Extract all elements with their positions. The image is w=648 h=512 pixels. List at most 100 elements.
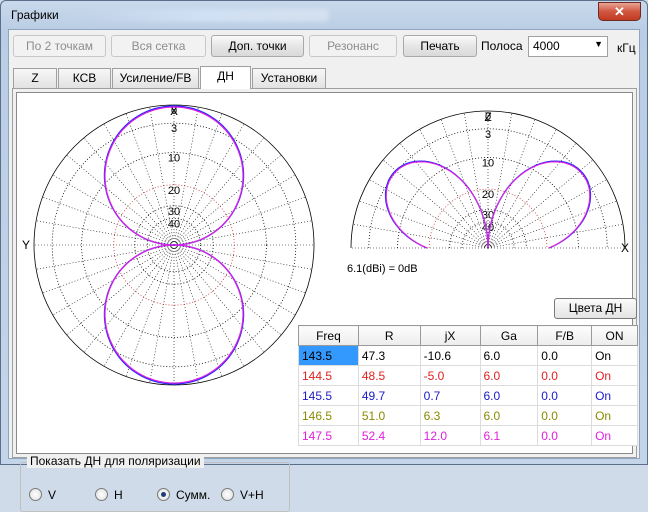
radio-sum-label: Сумм. [176,488,211,502]
pattern-tab-panel: 0 3 10 20 30 40 X Y 0 3 10 20 30 40 Z X 6.1(dBi) = 0dB… [12,88,638,512]
column-header-on[interactable]: ON [591,325,638,346]
pattern-trace-1 [384,160,592,249]
close-button[interactable]: ✕ [598,2,641,21]
radio-v-label: V [48,488,57,502]
radio-v-indicator[interactable] [29,488,42,501]
axis-label-y: Y [22,238,30,252]
tab-gain-fb[interactable]: Усиление/FB [112,68,199,88]
table-cell-jx[interactable]: 0.7 [419,385,481,406]
ring-label: 3 [171,123,177,135]
table-cell-on[interactable]: On [591,405,638,426]
table-cell-on[interactable]: On [591,425,638,446]
table-cell-f-b[interactable]: 0.0 [537,345,593,366]
table-row[interactable]: 145.5 49.7 0.7 6.0 0.0 On [298,385,638,406]
table-cell-r[interactable]: 47.3 [357,345,421,366]
table-cell-f-b[interactable]: 0.0 [537,405,593,426]
ring-label: 40 [168,218,180,230]
table-cell-jx[interactable]: 12.0 [419,425,481,446]
table-cell-ga[interactable]: 6.0 [479,405,539,426]
ring-label: 10 [482,158,494,170]
table-cell-f-b[interactable]: 0.0 [537,385,593,406]
tab-z[interactable]: Z [13,68,57,88]
window-title: Графики [11,8,59,22]
table-cell-jx[interactable]: 6.3 [419,405,481,426]
tab-swr[interactable]: КСВ [58,68,111,88]
table-header-row: Freq R jX Ga F/B ON [298,325,638,346]
grid-ray [173,244,282,336]
table-cell-r[interactable]: 52.4 [357,425,421,446]
table-cell-freq[interactable]: 145.5 [298,385,359,406]
radio-h[interactable]: H [95,488,123,502]
ring-label: 20 [168,185,180,197]
grid-ray [125,113,175,246]
grid-ray [399,142,489,249]
title-bar[interactable]: Графики ✕ [1,1,647,29]
column-header-ga[interactable]: Ga [479,325,539,346]
ring-label: 30 [168,206,180,218]
grid-ray [173,244,223,377]
radio-sum-indicator[interactable] [157,488,170,501]
tab-settings[interactable]: Установки [252,68,326,88]
table-cell-ga[interactable]: 6.0 [479,385,539,406]
table-cell-r[interactable]: 51.0 [357,405,421,426]
table-row[interactable]: 143.5 47.3 -10.6 6.0 0.0 On [298,345,638,366]
grid-ray [173,244,199,383]
grid-ray [125,244,175,377]
table-cell-freq[interactable]: 147.5 [298,425,359,446]
grid-ray [487,142,577,249]
table-cell-f-b[interactable]: 0.0 [537,425,593,446]
grid-ray [173,196,306,246]
table-cell-ga[interactable]: 6.0 [479,365,539,386]
table-row[interactable]: 147.5 52.4 12.0 6.1 0.0 On [298,425,638,446]
table-cell-on[interactable]: On [591,365,638,386]
graphs-window: Графики ✕ По 2 точкам Вся сетка Доп. точ… [0,0,648,512]
table-cell-f-b[interactable]: 0.0 [537,365,593,386]
print-button[interactable]: Печать [403,35,477,57]
table-cell-jx[interactable]: -5.0 [419,365,481,386]
table-cell-freq[interactable]: 146.5 [298,405,359,426]
resonance-button[interactable]: Резонанс [309,35,397,57]
polarization-group-title: Показать ДН для поляризации [27,454,204,468]
table-cell-freq[interactable]: 143.5 [298,345,359,366]
chevron-down-icon[interactable]: ▼ [594,39,603,49]
ring-label: 10 [168,153,180,165]
table-cell-jx[interactable]: -10.6 [419,345,481,366]
table-cell-ga[interactable]: 6.0 [479,345,539,366]
grid-ray [42,244,175,294]
table-cell-r[interactable]: 48.5 [357,365,421,386]
window-client-area: По 2 точкам Вся сетка Доп. точки Резонан… [8,29,640,512]
table-cell-ga[interactable]: 6.1 [479,425,539,446]
column-header-jx[interactable]: jX [419,325,481,346]
table-cell-freq[interactable]: 144.5 [298,365,359,386]
band-unit-label: кГц [617,41,636,55]
table-cell-on[interactable]: On [591,385,638,406]
band-select[interactable]: 4000 ▼ [528,36,608,57]
radio-sum[interactable]: Сумм. [157,488,210,502]
column-header-r[interactable]: R [357,325,421,346]
pattern-colors-button[interactable]: Цвета ДН [554,298,637,319]
radio-h-indicator[interactable] [95,488,108,501]
whole-grid-button[interactable]: Вся сетка [111,35,206,57]
axis-label-z: Z [484,110,491,124]
table-row[interactable]: 146.5 51.0 6.3 6.0 0.0 On [298,405,638,426]
axis-label-x-right: X [621,241,629,255]
column-header-freq[interactable]: Freq [298,325,359,346]
grid-ray [149,244,175,383]
grid-ray [173,154,282,246]
radio-v-plus-h-indicator[interactable] [221,488,234,501]
radio-v[interactable]: V [29,488,56,502]
table-cell-r[interactable]: 49.7 [357,385,421,406]
vertical-pattern-plot: 0310203040ZX [350,110,629,255]
tab-pattern[interactable]: ДН [200,66,251,89]
two-points-button[interactable]: По 2 точкам [13,35,106,57]
table-cell-on[interactable]: On [591,345,638,366]
radio-v-plus-h[interactable]: V+H [221,488,264,502]
extra-points-button[interactable]: Доп. точки [211,35,304,57]
table-row[interactable]: 144.5 48.5 -5.0 6.0 0.0 On [298,365,638,386]
ring-label: 20 [482,189,494,201]
ring-label: 40 [482,222,494,234]
column-header-fb[interactable]: F/B [537,325,593,346]
plot-area: 0 3 10 20 30 40 X Y 0 3 10 20 30 40 Z X 6.1(dBi) = 0dB… [16,92,638,454]
grid-ray [42,196,175,246]
grid-ray [173,244,306,294]
